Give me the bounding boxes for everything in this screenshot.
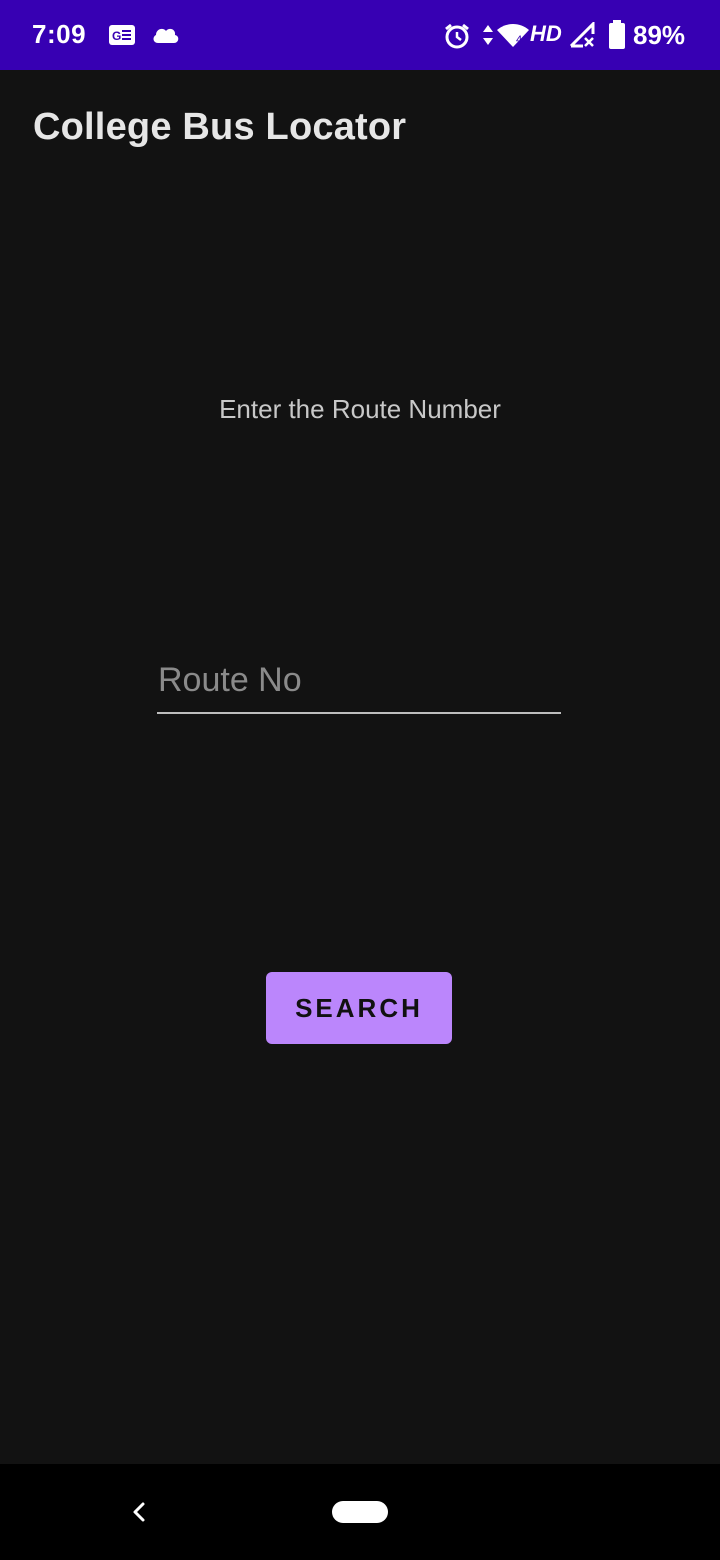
cloud-icon [151,25,181,50]
network-type-label: HD [530,21,562,46]
app-screen: 7:09 G 4 HD 89% College Bus Locator Ente… [0,0,720,1560]
back-icon[interactable] [126,1498,154,1526]
gmail-icon: G [108,24,136,51]
status-bar: 7:09 G 4 HD 89% [0,0,720,70]
signal-icon [569,20,597,53]
alarm-icon [443,22,471,55]
app-title: College Bus Locator [33,106,407,148]
battery-icon [608,20,626,55]
navigation-bar [0,1464,720,1560]
svg-text:G: G [112,29,121,43]
svg-text:4: 4 [516,34,522,46]
status-time: 7:09 [32,19,87,49]
battery-percentage: 89% [633,20,686,50]
search-button[interactable]: SEARCH [266,972,452,1044]
wifi-icon: 4 [496,22,530,53]
data-arrows-icon [481,23,495,52]
route-prompt-label: Enter the Route Number [219,394,501,424]
route-number-input[interactable] [157,654,561,714]
home-pill-icon[interactable] [332,1501,388,1523]
